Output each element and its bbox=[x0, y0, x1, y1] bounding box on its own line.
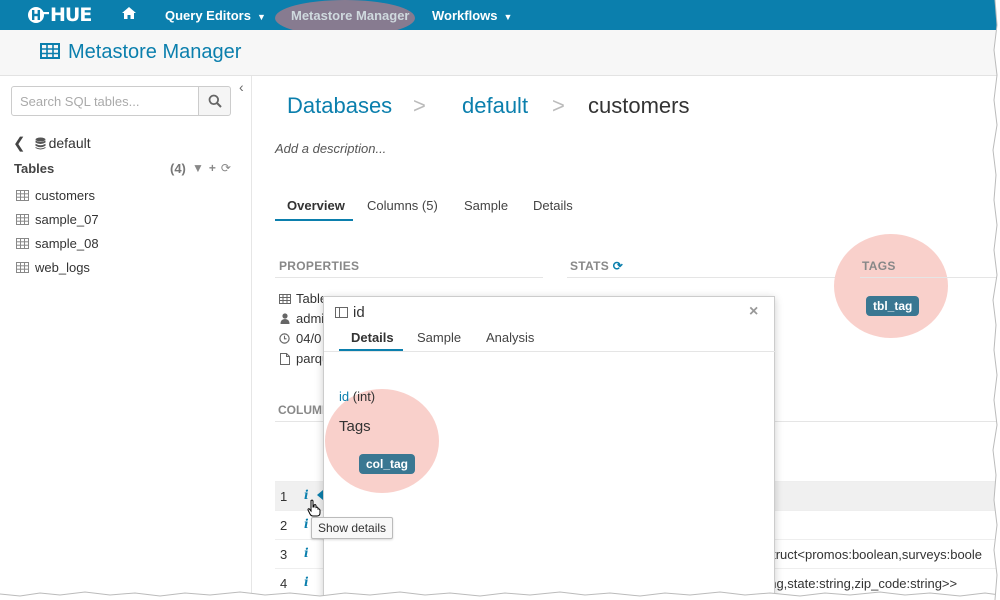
active-tab-underline bbox=[275, 219, 353, 221]
property-type: Table bbox=[278, 291, 327, 306]
clock-icon bbox=[278, 333, 291, 344]
table-tag[interactable]: tbl_tag bbox=[866, 296, 920, 316]
row-number: 4 bbox=[280, 576, 288, 591]
page-header: Metastore Manager bbox=[0, 30, 1000, 76]
tab-overview[interactable]: Overview bbox=[287, 198, 345, 213]
database-name: default bbox=[48, 135, 91, 151]
popover-title: id bbox=[353, 304, 365, 321]
chevron-left-icon[interactable]: ❮ bbox=[13, 134, 26, 152]
table-icon bbox=[16, 190, 29, 201]
property-created-value: 04/0 bbox=[296, 331, 322, 346]
tables-count: (4) bbox=[170, 161, 186, 176]
breadcrumb-separator: > bbox=[552, 93, 565, 118]
page-title: Metastore Manager bbox=[68, 41, 242, 63]
stats-heading-label: STATS bbox=[570, 259, 610, 273]
file-icon bbox=[278, 352, 291, 365]
tables-actions: ▼ + ⟳ bbox=[192, 161, 231, 175]
sidebar-table-sample-07[interactable]: sample_07 bbox=[16, 212, 99, 227]
hue-logo[interactable]: HUE bbox=[27, 4, 92, 26]
chevron-down-icon: ▼ bbox=[256, 12, 266, 22]
popover-tab-details[interactable]: Details bbox=[351, 330, 394, 345]
stats-divider bbox=[567, 277, 835, 278]
sidebar: ‹ ❮ default Tables (4) ▼ + ⟳ customers s… bbox=[0, 76, 252, 600]
column-type: (int) bbox=[352, 389, 376, 404]
row-number: 2 bbox=[280, 518, 288, 533]
table-icon bbox=[16, 262, 29, 273]
popover-tab-analysis[interactable]: Analysis bbox=[486, 330, 534, 345]
hand-cursor-icon bbox=[307, 499, 321, 517]
row-number: 1 bbox=[280, 489, 288, 504]
breadcrumb-database[interactable]: default bbox=[462, 93, 528, 119]
nav-metastore-manager[interactable]: Metastore Manager bbox=[291, 8, 409, 23]
column-tags-label: Tags bbox=[339, 418, 371, 435]
tab-columns[interactable]: Columns (5) bbox=[367, 198, 438, 213]
column-tag[interactable]: col_tag bbox=[359, 454, 416, 474]
sidebar-table-sample-08[interactable]: sample_08 bbox=[16, 236, 99, 251]
property-created: 04/0 bbox=[278, 331, 321, 346]
tags-divider bbox=[860, 277, 1000, 278]
nav-query-editors[interactable]: Query Editors ▼ bbox=[165, 8, 266, 23]
popover-tab-sample[interactable]: Sample bbox=[417, 330, 461, 345]
sidebar-table-label: sample_07 bbox=[35, 212, 99, 227]
nav-query-editors-label: Query Editors bbox=[165, 8, 251, 23]
hue-logo-text: HUE bbox=[50, 4, 92, 26]
nav-metastore-manager-label: Metastore Manager bbox=[291, 8, 410, 23]
home-button[interactable] bbox=[121, 6, 137, 23]
sidebar-table-web-logs[interactable]: web_logs bbox=[16, 260, 90, 275]
row-type-text: ring,state:string,zip_code:string>> bbox=[762, 576, 958, 591]
plus-icon[interactable]: + bbox=[209, 161, 216, 175]
table-icon bbox=[16, 238, 29, 249]
sidebar-table-label: sample_08 bbox=[35, 236, 99, 251]
column-details-popover: id × Details Sample Analysis id (int) Ta… bbox=[323, 296, 776, 600]
filter-icon[interactable]: ▼ bbox=[192, 161, 204, 175]
close-icon[interactable]: × bbox=[749, 303, 758, 321]
tags-highlight-annotation bbox=[834, 234, 948, 338]
search-tables-input[interactable] bbox=[12, 87, 198, 115]
tables-heading: Tables bbox=[14, 161, 55, 176]
chevron-down-icon: ▼ bbox=[503, 12, 513, 22]
breadcrumb-separator: > bbox=[413, 93, 426, 118]
column-name[interactable]: id bbox=[339, 389, 349, 404]
column-tags-highlight-annotation bbox=[325, 389, 439, 493]
breadcrumb-table: customers bbox=[588, 93, 690, 118]
add-description[interactable]: Add a description... bbox=[275, 141, 386, 156]
user-icon bbox=[278, 313, 291, 324]
table-grid-icon bbox=[40, 43, 60, 59]
row-type-text: :struct<promos:boolean,surveys:boole bbox=[762, 547, 983, 562]
tags-heading: TAGS bbox=[862, 259, 896, 273]
column-icon bbox=[335, 307, 348, 318]
collapse-sidebar-icon[interactable]: ‹ bbox=[239, 79, 244, 95]
home-icon bbox=[122, 7, 136, 19]
nav-workflows[interactable]: Workflows ▼ bbox=[432, 8, 512, 23]
show-details-tooltip: Show details bbox=[311, 517, 394, 539]
row-number: 3 bbox=[280, 547, 288, 562]
properties-divider bbox=[275, 277, 543, 278]
info-icon[interactable]: i bbox=[304, 575, 309, 589]
top-navbar: HUE Query Editors ▼ Metastore Manager Wor… bbox=[0, 0, 1000, 36]
refresh-icon[interactable]: ⟳ bbox=[613, 259, 623, 273]
nav-workflows-label: Workflows bbox=[432, 8, 498, 23]
hue-logo-mark-icon bbox=[28, 7, 49, 23]
popover-divider bbox=[324, 351, 776, 352]
database-nav[interactable]: ❮ default bbox=[13, 134, 91, 152]
breadcrumb-databases[interactable]: Databases bbox=[287, 93, 392, 119]
sidebar-table-label: customers bbox=[35, 188, 95, 203]
stats-heading: STATS ⟳ bbox=[570, 259, 623, 273]
search-tables-box bbox=[11, 86, 199, 116]
tab-sample[interactable]: Sample bbox=[464, 198, 508, 213]
sidebar-table-customers[interactable]: customers bbox=[16, 188, 95, 203]
property-format: parqu bbox=[278, 351, 329, 366]
info-icon[interactable]: i bbox=[304, 517, 309, 531]
search-icon bbox=[208, 94, 222, 108]
refresh-icon[interactable]: ⟳ bbox=[221, 161, 231, 175]
sidebar-table-label: web_logs bbox=[35, 260, 90, 275]
database-icon bbox=[35, 137, 46, 149]
search-button[interactable] bbox=[198, 86, 231, 116]
table-icon bbox=[16, 214, 29, 225]
properties-heading: PROPERTIES bbox=[279, 259, 360, 273]
column-name-type: id (int) bbox=[339, 389, 375, 404]
info-icon[interactable]: i bbox=[304, 546, 309, 560]
tab-details[interactable]: Details bbox=[533, 198, 573, 213]
table-icon bbox=[278, 293, 291, 304]
